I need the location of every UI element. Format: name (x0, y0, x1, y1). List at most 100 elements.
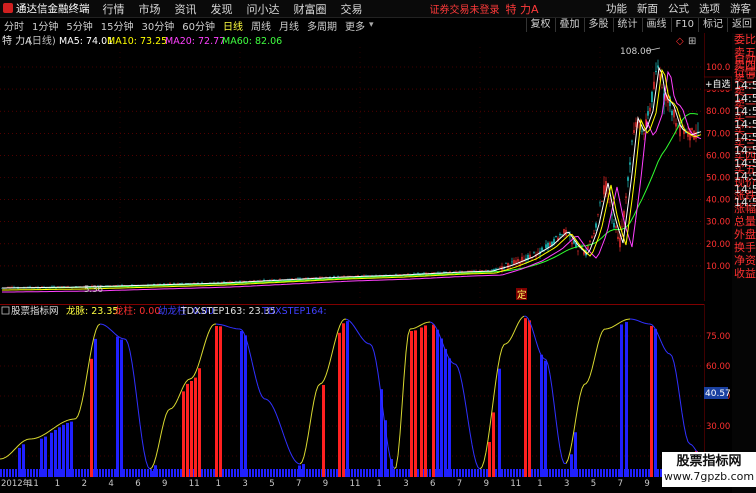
indicator-base-bar (372, 469, 374, 477)
btn-restore-rights[interactable]: 复权 (525, 18, 555, 32)
young-dragon-bar (574, 432, 577, 477)
indicator-base-bar (276, 469, 278, 477)
dragon-pillar-bar (190, 381, 193, 477)
btn-multi-stock[interactable]: 多股 (583, 18, 613, 32)
menu-item-trade[interactable]: 交易 (334, 1, 370, 17)
period-1min[interactable]: 1分钟 (28, 18, 62, 33)
indicator-base-bar (279, 469, 281, 477)
tick-time: 14:55 (734, 105, 756, 118)
indicator-line-2: 龙柱: 0.00 (114, 305, 160, 317)
young-dragon-bar (302, 464, 305, 477)
candle-body (675, 123, 677, 127)
candle-body (653, 81, 655, 89)
indicator-base-bar (108, 469, 110, 477)
time-axis-labels: 2012年111246911135791113679111357911 (1, 478, 682, 487)
period-15min[interactable]: 15分钟 (97, 18, 138, 33)
quote-field: 换手 (734, 241, 756, 254)
kline-chart[interactable]: 特 力A (日线) MA5: 74.01 MA10: 73.25 MA20: 7… (0, 33, 704, 301)
menu-guest[interactable]: 游客 (725, 1, 756, 16)
chart-zoom-icon[interactable]: ⊞ (688, 36, 696, 47)
indicator-base-bar (168, 469, 170, 477)
dragon-pillar-bar (215, 326, 218, 477)
indicator-base-bar (84, 469, 86, 477)
menu-item-ask[interactable]: 问小达 (240, 1, 287, 17)
period-month[interactable]: 月线 (275, 18, 303, 33)
period-multi[interactable]: 多周期 (303, 18, 341, 33)
period-toolbar: 分时 1分钟 5分钟 15分钟 30分钟 60分钟 日线 周线 月线 多周期 更… (0, 18, 756, 33)
menu-formula[interactable]: 公式 (663, 1, 694, 16)
young-dragon-bar (116, 336, 119, 477)
candle-body (641, 130, 643, 132)
young-dragon-bar (240, 331, 243, 477)
period-week[interactable]: 周线 (247, 18, 275, 33)
quote-field: 委比 (734, 33, 756, 46)
more-chevron-icon[interactable]: ▾ (369, 20, 374, 30)
dragon-pillar-bar (414, 330, 417, 477)
candle-body (609, 201, 611, 203)
indicator-base-bar (258, 469, 260, 477)
time-label: 7 (457, 479, 462, 487)
low-price-label: 5.36 (84, 285, 103, 295)
add-favorite-button[interactable]: +自选 (705, 78, 731, 90)
chart-config-icon[interactable]: ◇ (676, 36, 684, 47)
tick-time: 14:56 (734, 131, 756, 144)
indicator-base-bar (237, 469, 239, 477)
menu-options[interactable]: 选项 (694, 1, 725, 16)
btn-mark[interactable]: 标记 (698, 18, 727, 32)
indicator-name[interactable]: 股票指标网 (11, 305, 59, 317)
btn-f10[interactable]: F10 (670, 18, 698, 32)
indicator-base-bar (177, 469, 179, 477)
indicator-base-bar (504, 469, 506, 477)
indicator-base-bar (486, 469, 488, 477)
menu-item-hq[interactable]: 行情 (96, 1, 132, 17)
btn-back[interactable]: 返回 (727, 18, 756, 32)
young-dragon-bar (120, 339, 123, 477)
period-tick[interactable]: 分时 (0, 18, 28, 33)
candle-body (627, 177, 629, 181)
candle-body (505, 263, 507, 264)
indicator-base-bar (537, 469, 539, 477)
period-30min[interactable]: 30分钟 (137, 18, 178, 33)
indicator-base-bar (474, 469, 476, 477)
indicator-base-bar (87, 469, 89, 477)
menu-new-face[interactable]: 新面 (632, 1, 663, 16)
young-dragon-bar (498, 368, 501, 477)
panel-tab[interactable]: 行情 (733, 66, 756, 79)
btn-draw[interactable]: 画线 (641, 18, 671, 32)
indicator-base-bar (591, 469, 593, 477)
period-day[interactable]: 日线 (219, 18, 247, 33)
indicator-base-bar (354, 469, 356, 477)
btn-overlay[interactable]: 叠加 (554, 18, 584, 32)
indicator-base-bar (510, 469, 512, 477)
menu-item-discover[interactable]: 发现 (204, 1, 240, 17)
menu-item-market[interactable]: 市场 (132, 1, 168, 17)
btn-stats[interactable]: 统计 (612, 18, 642, 32)
time-label: 11 (510, 479, 521, 487)
indicator-base-bar (333, 469, 335, 477)
period-5min[interactable]: 5分钟 (62, 18, 96, 33)
menu-item-wealth[interactable]: 财富圈 (287, 1, 334, 17)
period-60min[interactable]: 60分钟 (178, 18, 219, 33)
menu-function[interactable]: 功能 (601, 1, 632, 16)
panel-tab[interactable]: 自动 (733, 53, 756, 66)
candle-body (407, 273, 409, 275)
dragon-pillar-bar (650, 326, 653, 477)
marker-label[interactable]: 定 (517, 289, 527, 301)
indicator-chart[interactable]: 股票指标网 龙脉: 23.35 龙柱: 0.00 幼龙柱: 0.00 TDXST… (0, 304, 704, 477)
indicator-menu-icon[interactable] (1, 306, 10, 315)
indicator-base-bar (405, 469, 407, 477)
candle-body (179, 283, 181, 284)
young-dragon-bar (66, 422, 69, 477)
candle-body (555, 235, 557, 238)
login-warning[interactable]: 证券交易未登录 (430, 1, 500, 16)
period-more[interactable]: 更多 (341, 18, 369, 33)
candle-body (613, 223, 615, 228)
menu-item-news[interactable]: 资讯 (168, 1, 204, 17)
indicator-base-bar (636, 469, 638, 477)
candle-body (655, 70, 657, 73)
dragon-pillar-bar (420, 327, 423, 477)
young-dragon-bar (346, 321, 349, 477)
candle-body (423, 272, 425, 274)
indicator-base-bar (213, 469, 215, 477)
indicator-base-bar (99, 469, 101, 477)
